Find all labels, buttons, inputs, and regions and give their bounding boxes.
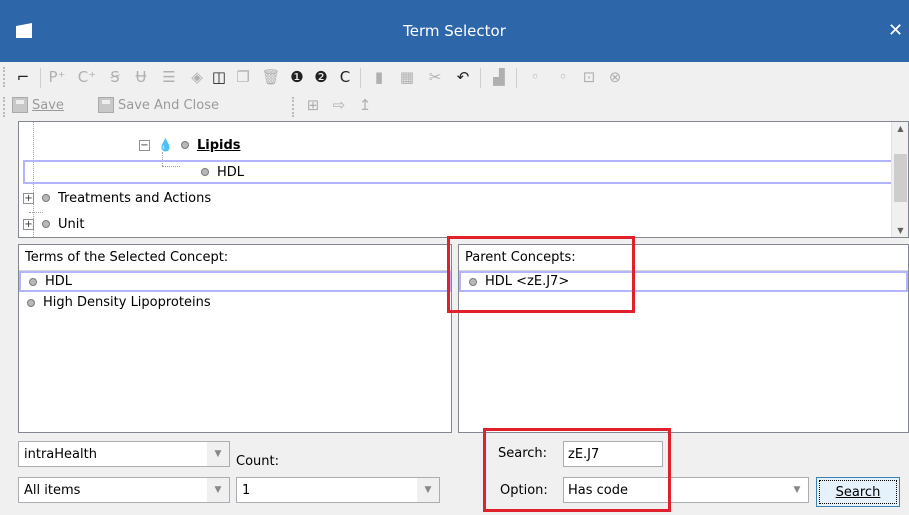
window-title: Term Selector bbox=[403, 22, 506, 40]
tree-item-unit[interactable]: + Unit bbox=[23, 213, 84, 235]
add-sibling-icon[interactable]: Ꞩ bbox=[104, 66, 126, 88]
tree-item-hdl[interactable]: HDL bbox=[23, 160, 893, 184]
info-icon[interactable]: ❶ bbox=[286, 66, 308, 88]
chevron-down-icon[interactable]: ▼ bbox=[417, 478, 439, 502]
help-icon[interactable]: ❷ bbox=[310, 66, 332, 88]
concept-dot-icon bbox=[42, 194, 50, 202]
update-icon[interactable]: Ʉ bbox=[130, 66, 152, 88]
scroll-down-icon[interactable]: ▼ bbox=[892, 226, 908, 235]
scroll-up-icon[interactable]: ▲ bbox=[892, 124, 908, 133]
concept-tree[interactable]: − 💧 Lipids HDL + Treatments and Actions … bbox=[18, 121, 909, 238]
cancel-icon[interactable]: ⊗ bbox=[604, 66, 626, 88]
add-parent-icon[interactable]: P⁺ bbox=[46, 66, 68, 88]
new-term-icon[interactable]: ⌐ bbox=[12, 66, 34, 88]
chevron-down-icon[interactable]: ▼ bbox=[207, 442, 229, 466]
delete-icon[interactable]: 🗑 bbox=[260, 66, 282, 88]
terms-panel-header: Terms of the Selected Concept: bbox=[19, 245, 451, 271]
toolbar-separator bbox=[516, 68, 517, 88]
grid-icon[interactable]: ▦ bbox=[396, 66, 418, 88]
drop-icon: 💧 bbox=[158, 138, 173, 152]
undo-icon[interactable]: ↶ bbox=[452, 66, 474, 88]
code-icon[interactable]: C bbox=[334, 66, 356, 88]
tree-item-lipids[interactable]: − 💧 Lipids bbox=[139, 134, 241, 156]
panel-icon[interactable]: ▮ bbox=[368, 66, 390, 88]
tree-item-treatments[interactable]: + Treatments and Actions bbox=[23, 187, 211, 209]
count-label: Count: bbox=[236, 454, 279, 469]
search-button[interactable]: Search bbox=[816, 477, 900, 507]
concept-dot-icon bbox=[42, 220, 50, 228]
term-dot-icon bbox=[27, 298, 35, 307]
chevron-down-icon[interactable]: ▼ bbox=[207, 478, 229, 502]
main-toolbar: ⌐ P⁺ C⁺ Ꞩ Ʉ ☰ ◈ ◫ ❐ 🗑 ❶ ❷ C ▮ ▦ ✂ ↶ ▟ ◦ … bbox=[0, 62, 909, 92]
toolbar-separator bbox=[480, 68, 481, 88]
tree-scrollbar[interactable]: ▲ ▼ bbox=[891, 122, 908, 237]
source-dropdown[interactable]: intraHealth ▼ bbox=[18, 441, 230, 467]
annotation-highlight-parent bbox=[447, 236, 635, 313]
toolbar-separator bbox=[360, 68, 361, 88]
toolbar-grip[interactable] bbox=[3, 97, 7, 117]
term-item[interactable]: HDL bbox=[19, 271, 451, 292]
term-icon[interactable]: ⊡ bbox=[578, 66, 600, 88]
cut-icon[interactable]: ✂ bbox=[424, 66, 446, 88]
save-icon bbox=[98, 97, 114, 113]
circle-icon[interactable]: ◦ bbox=[552, 66, 574, 88]
terms-panel: Terms of the Selected Concept: HDL High … bbox=[18, 244, 452, 433]
scrollbar-thumb[interactable] bbox=[894, 154, 907, 202]
scope-dropdown[interactable]: All items ▼ bbox=[18, 477, 230, 503]
toolbar-separator bbox=[40, 68, 41, 88]
title-bar: Term Selector ✕ bbox=[0, 0, 909, 62]
chevron-down-icon[interactable]: ▼ bbox=[786, 478, 808, 502]
cube-icon[interactable]: ◈ bbox=[186, 66, 208, 88]
expand-icon[interactable]: + bbox=[23, 218, 34, 230]
save-and-close-button[interactable]: Save And Close bbox=[98, 94, 219, 116]
add-record-icon[interactable]: ⊞ bbox=[302, 94, 324, 116]
toolbar-grip[interactable] bbox=[3, 67, 7, 87]
collapse-icon[interactable]: − bbox=[139, 139, 150, 151]
annotation-highlight-search bbox=[483, 428, 671, 512]
concept-dot-icon bbox=[180, 141, 189, 149]
term-dot-icon bbox=[29, 277, 37, 286]
chart-icon[interactable]: ▟ bbox=[488, 66, 510, 88]
export-icon[interactable]: ⇨ bbox=[328, 94, 350, 116]
up-arrow-icon[interactable]: ↥ bbox=[354, 94, 376, 116]
circle-icon[interactable]: ◦ bbox=[524, 66, 546, 88]
concept-dot-icon bbox=[201, 168, 209, 176]
copy-icon[interactable]: ❐ bbox=[232, 66, 254, 88]
save-button[interactable]: Save bbox=[12, 94, 64, 116]
expand-icon[interactable]: + bbox=[23, 192, 34, 204]
list-icon[interactable]: ☰ bbox=[158, 66, 180, 88]
add-child-icon[interactable]: C⁺ bbox=[76, 66, 98, 88]
save-toolbar: Save Save And Close ⊞ ⇨ ↥ bbox=[0, 92, 909, 120]
toolbar-grip[interactable] bbox=[292, 97, 296, 117]
columns-icon[interactable]: ◫ bbox=[208, 66, 230, 88]
count-dropdown[interactable]: 1 ▼ bbox=[236, 477, 440, 503]
save-icon bbox=[12, 97, 28, 113]
close-icon[interactable]: ✕ bbox=[888, 20, 903, 41]
term-item[interactable]: High Density Lipoproteins bbox=[19, 292, 451, 313]
